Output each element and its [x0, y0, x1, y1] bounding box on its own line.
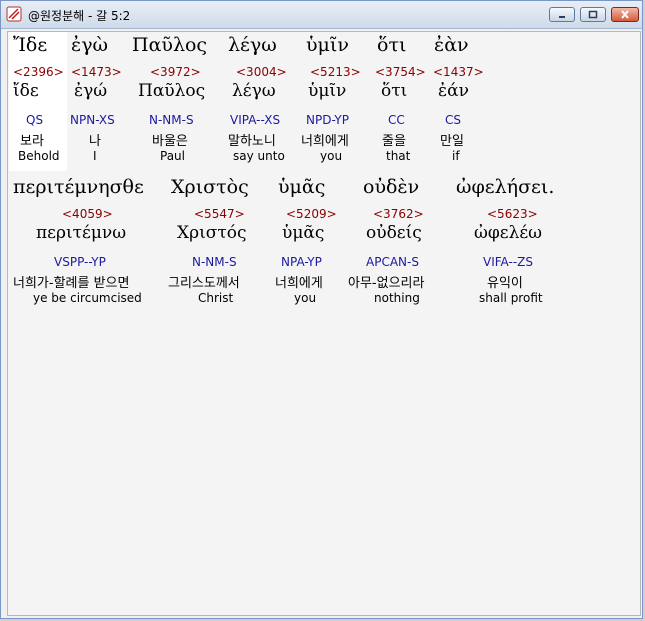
close-button[interactable] [611, 7, 639, 22]
strong-number[interactable]: <3004> [236, 65, 287, 79]
strong-number[interactable]: <5209> [286, 207, 337, 221]
close-icon [621, 10, 629, 19]
maximize-icon [588, 10, 598, 19]
english-gloss: Behold [18, 149, 60, 163]
english-gloss: Paul [160, 149, 185, 163]
strong-number[interactable]: <5213> [310, 65, 361, 79]
minimize-icon [559, 15, 565, 18]
interlinear-panel[interactable]: Ἴδε <2396> ἴδε QS 보라 Behold ἐγὼ <1473> ἐ… [7, 31, 641, 616]
english-gloss: ye be circumcised [33, 291, 142, 305]
lemma: ὅτι [381, 81, 408, 101]
title-bar[interactable]: @원정분해 - 갈 5:2 [1, 1, 642, 29]
parsing-code: CS [445, 113, 461, 127]
english-gloss: shall profit [479, 291, 543, 305]
parsing-code: QS [26, 113, 44, 127]
korean-gloss: 아무-없으리라 [348, 276, 425, 291]
greek-word: ὠφελήσει. [456, 176, 555, 198]
lemma: ἐάν [438, 81, 469, 101]
lemma: περιτέμνω [36, 223, 127, 243]
strong-number[interactable]: <4059> [62, 207, 113, 221]
minimize-button[interactable] [549, 7, 575, 22]
greek-word: ἐγὼ [71, 34, 109, 56]
korean-gloss: 만일 [440, 134, 464, 149]
strong-number[interactable]: <2396> [13, 65, 64, 79]
lemma: λέγω [232, 81, 276, 101]
parsing-code: NPN-XS [70, 113, 115, 127]
maximize-button[interactable] [580, 7, 606, 22]
parsing-code: APCAN-S [366, 255, 419, 269]
korean-gloss: 줄을 [382, 134, 406, 149]
strong-number[interactable]: <5547> [194, 207, 245, 221]
parsing-code: NPA-YP [281, 255, 322, 269]
korean-gloss: 나 [89, 134, 101, 149]
greek-word: ἐὰν [434, 34, 469, 56]
greek-word: οὐδὲν [363, 176, 420, 198]
lemma: ὠφελέω [474, 223, 543, 243]
parsing-code: NPD-YP [306, 113, 349, 127]
greek-word: Παῦλος [132, 34, 208, 56]
lemma: ὑμᾶς [282, 223, 325, 243]
korean-gloss: 말하노니 [228, 134, 276, 149]
strong-number[interactable]: <1437> [433, 65, 484, 79]
greek-word: Ἴδε [13, 34, 48, 56]
parsing-code: CC [388, 113, 405, 127]
greek-word: ὅτι [377, 34, 407, 56]
lemma: Παῦλος [138, 81, 206, 101]
greek-word: Χριστὸς [171, 176, 249, 198]
english-gloss: say unto [233, 149, 285, 163]
lemma: οὐδείς [366, 223, 422, 243]
english-gloss: if [452, 149, 460, 163]
app-window: @원정분해 - 갈 5:2 Ἴδε <2396> ἴδε QS 보라 Behol… [0, 0, 643, 619]
english-gloss: I [93, 149, 97, 163]
strong-number[interactable]: <5623> [487, 207, 538, 221]
strong-number[interactable]: <1473> [71, 65, 122, 79]
lemma: ἐγώ [74, 81, 108, 101]
parsing-code: VIPA--XS [230, 113, 281, 127]
strong-number[interactable]: <3762> [373, 207, 424, 221]
greek-word: περιτέμνησθε [13, 176, 144, 198]
korean-gloss: 그리스도께서 [168, 276, 240, 291]
app-icon [6, 6, 22, 22]
window-title: @원정분해 - 갈 5:2 [28, 9, 131, 23]
parsing-code: N-NM-S [192, 255, 237, 269]
greek-word: ὑμᾶς [278, 176, 326, 198]
english-gloss: you [320, 149, 343, 163]
lemma: Χριστός [177, 223, 247, 243]
korean-gloss: 너희가-할례를 받으면 [13, 276, 130, 291]
parsing-code: N-NM-S [149, 113, 194, 127]
english-gloss: nothing [374, 291, 420, 305]
korean-gloss: 바울은 [152, 134, 188, 149]
english-gloss: that [386, 149, 411, 163]
korean-gloss: 너희에게 [301, 134, 349, 149]
english-gloss: you [294, 291, 317, 305]
lemma: ὑμῖν [308, 81, 347, 101]
greek-word: ὑμῖν [306, 34, 349, 56]
parsing-code: VIFA--ZS [483, 255, 533, 269]
parsing-code: VSPP--YP [54, 255, 106, 269]
strong-number[interactable]: <3754> [375, 65, 426, 79]
english-gloss: Christ [198, 291, 234, 305]
strong-number[interactable]: <3972> [150, 65, 201, 79]
greek-word: λέγω [228, 34, 277, 56]
korean-gloss: 너희에게 [275, 276, 323, 291]
korean-gloss: 보라 [20, 134, 44, 149]
korean-gloss: 유익이 [487, 276, 523, 291]
lemma: ἴδε [13, 81, 39, 101]
